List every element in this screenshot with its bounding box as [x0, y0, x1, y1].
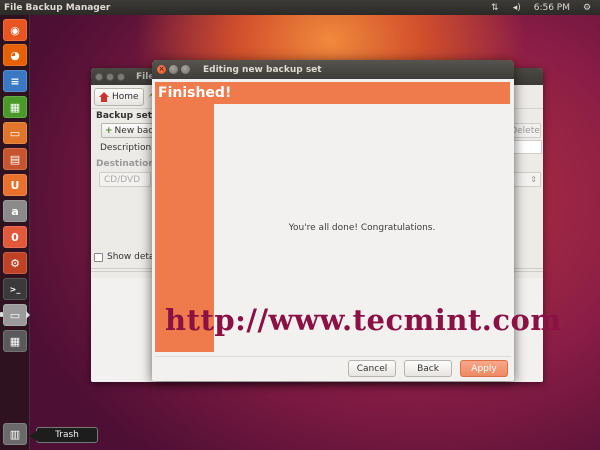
running-indicator [0, 312, 3, 317]
app-title: File Backup Manager [4, 2, 111, 13]
show-details-checkbox[interactable] [94, 252, 103, 262]
home-label: Home [112, 91, 139, 102]
close-icon[interactable] [95, 72, 103, 81]
amazon-icon[interactable]: a [3, 200, 27, 222]
minimize-icon[interactable] [169, 65, 178, 74]
terminal-icon[interactable]: >_ [3, 278, 27, 300]
workspaces-icon[interactable]: ▦ [3, 330, 27, 352]
indicator-area: ⇅ ◂) 6:56 PM ⚙ [490, 3, 600, 13]
backup-drive-icon[interactable]: ▭ [0, 304, 30, 326]
ubuntu-logo-icon[interactable]: ◉ [3, 19, 27, 41]
destination-heading: Destination [96, 159, 155, 169]
home-icon [99, 91, 109, 102]
apply-button[interactable]: Apply [460, 360, 508, 377]
minimize-icon[interactable] [106, 72, 114, 81]
plus-icon: + [105, 125, 113, 136]
completion-message: You're all done! Congratulations. [288, 223, 436, 233]
libreoffice-impress-icon[interactable]: ▭ [3, 122, 27, 144]
launcher: ◉ ◕ ≡ ▦ ▭ ▤ U a 0 ⚙ >_ ▭ ▦ ▥ [0, 15, 30, 450]
clock[interactable]: 6:56 PM [534, 3, 570, 13]
chevron-updown-icon[interactable]: ⇕ [511, 172, 541, 187]
gear-icon[interactable]: ⚙ [582, 3, 592, 13]
speaker-icon[interactable]: ◂) [512, 3, 522, 13]
libreoffice-writer-icon[interactable]: ≡ [3, 70, 27, 92]
new-backup-label: New backup [114, 125, 153, 136]
watermark-text: http://www.tecmint.com [165, 303, 562, 337]
maximize-icon[interactable] [181, 65, 190, 74]
dialog-title: Editing new backup set [203, 64, 322, 75]
close-icon[interactable]: × [157, 65, 166, 74]
ubuntu-one-music-icon[interactable]: 0 [3, 226, 27, 248]
top-panel: File Backup Manager ⇅ ◂) 6:56 PM ⚙ [0, 0, 600, 15]
divider [155, 356, 511, 357]
description-label: Description: [100, 143, 155, 153]
home-button[interactable]: Home [94, 87, 144, 106]
trash-icon[interactable]: ▥ [3, 423, 27, 445]
active-indicator [26, 311, 30, 319]
firefox-icon[interactable]: ◕ [3, 44, 27, 66]
ubuntu-one-icon[interactable]: U [3, 174, 27, 196]
cancel-button[interactable]: Cancel [348, 360, 396, 377]
maximize-icon[interactable] [117, 72, 125, 81]
destination-combo[interactable]: CD/DVD [99, 172, 151, 187]
libreoffice-calc-icon[interactable]: ▦ [3, 96, 27, 118]
trash-tooltip: Trash [29, 427, 98, 443]
dialog-titlebar[interactable]: × Editing new backup set [152, 60, 514, 79]
new-backup-button[interactable]: + New backup [101, 123, 153, 138]
backup-set-heading: Backup set [96, 111, 152, 121]
network-arrows-icon[interactable]: ⇅ [490, 3, 500, 13]
settings-gear-icon[interactable]: ⚙ [3, 252, 27, 274]
software-center-icon[interactable]: ▤ [3, 148, 27, 170]
finished-banner: Finished! [155, 82, 510, 104]
back-button[interactable]: Back [404, 360, 452, 377]
